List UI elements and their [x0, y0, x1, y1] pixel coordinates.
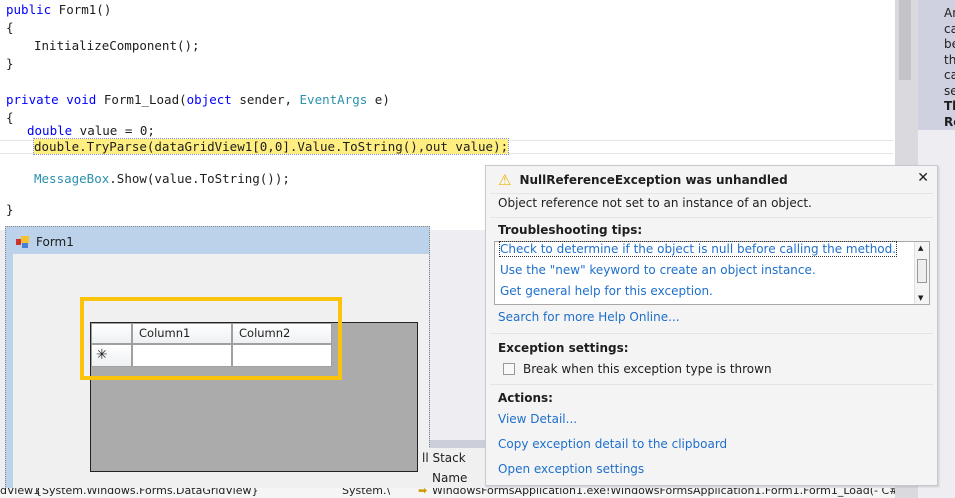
- code-text: .Show(value.ToString());: [109, 171, 290, 186]
- code-text: value = 0;: [72, 123, 155, 138]
- open-settings-link[interactable]: Open exception settings: [498, 462, 644, 476]
- side-text: ca: [944, 21, 955, 36]
- tip-link[interactable]: Get general help for this exception.: [500, 284, 713, 298]
- code-type: EventArgs: [299, 92, 368, 107]
- call-stack-title: ll Stack: [422, 451, 466, 465]
- warning-icon: ⚠: [498, 171, 512, 189]
- code-type: MessageBox: [34, 171, 110, 186]
- code-text: sender,: [231, 92, 300, 107]
- checkbox[interactable]: [503, 363, 515, 375]
- code-text: Form1_Load(: [103, 92, 187, 107]
- locals-type: System.\: [342, 488, 391, 497]
- code-line: InitializeComponent();: [34, 38, 200, 53]
- locals-value: {System.Windows.Forms.DataGridView}: [35, 488, 259, 497]
- call-stack-frame[interactable]: WindowsFormsApplication1.exe!WindowsForm…: [432, 488, 895, 497]
- code-line: }: [6, 202, 14, 217]
- tips-scrollbar[interactable]: ▲ ▼: [914, 242, 929, 304]
- code-line: }: [6, 56, 14, 71]
- side-text: th: [944, 52, 955, 67]
- code-keyword: public: [6, 2, 52, 17]
- code-line: {: [6, 20, 14, 35]
- search-help-link[interactable]: Search for more Help Online...: [498, 310, 680, 324]
- exception-settings-heading: Exception settings:: [498, 341, 629, 355]
- side-text: An: [944, 6, 955, 20]
- side-text: ca: [944, 68, 955, 82]
- copy-detail-link[interactable]: Copy exception detail to the clipboard: [498, 437, 727, 451]
- form-icon: [16, 236, 30, 248]
- exception-assistant: ⚠ NullReferenceException was unhandled ✕…: [485, 165, 938, 486]
- side-text: se: [944, 83, 955, 98]
- tip-link[interactable]: Use the "new" keyword to create an objec…: [500, 263, 816, 277]
- exception-message: Object reference not set to an instance …: [498, 196, 812, 210]
- checkbox-label: Break when this exception type is thrown: [523, 362, 772, 376]
- actions-heading: Actions:: [498, 391, 553, 405]
- view-detail-link[interactable]: View Detail...: [498, 412, 577, 426]
- tip-link[interactable]: Check to determine if the object is null…: [498, 241, 898, 257]
- side-panel: An ca be th ca se Th Re: [918, 0, 955, 130]
- side-text: be: [944, 37, 955, 51]
- call-stack-column-name[interactable]: Name: [432, 471, 467, 485]
- annotation-highlight-box: [80, 297, 342, 380]
- call-stack-panel: ll Stack Name: [420, 448, 485, 488]
- current-statement: double.TryParse(dataGridView1[0,0].Value…: [32, 138, 510, 155]
- bottom-rows: dView1 {System.Windows.Forms.DataGridVie…: [0, 488, 895, 498]
- side-text: Re: [944, 114, 955, 129]
- code-keyword: private void: [6, 92, 104, 107]
- code-keyword: double: [27, 123, 73, 138]
- code-keyword: object: [186, 92, 232, 107]
- code-text: Form1(): [51, 2, 112, 17]
- frame-arrow-icon: ➡: [418, 488, 428, 497]
- tips-list[interactable]: Check to determine if the object is null…: [494, 241, 930, 305]
- close-icon[interactable]: ✕: [917, 170, 929, 186]
- tips-heading: Troubleshooting tips:: [498, 223, 643, 237]
- exception-title: NullReferenceException was unhandled: [519, 173, 788, 187]
- break-checkbox[interactable]: Break when this exception type is thrown: [503, 362, 772, 376]
- code-line: {: [6, 110, 14, 125]
- form-title: Form1: [36, 235, 74, 249]
- side-text: Th: [944, 99, 955, 113]
- code-text: e): [367, 92, 390, 107]
